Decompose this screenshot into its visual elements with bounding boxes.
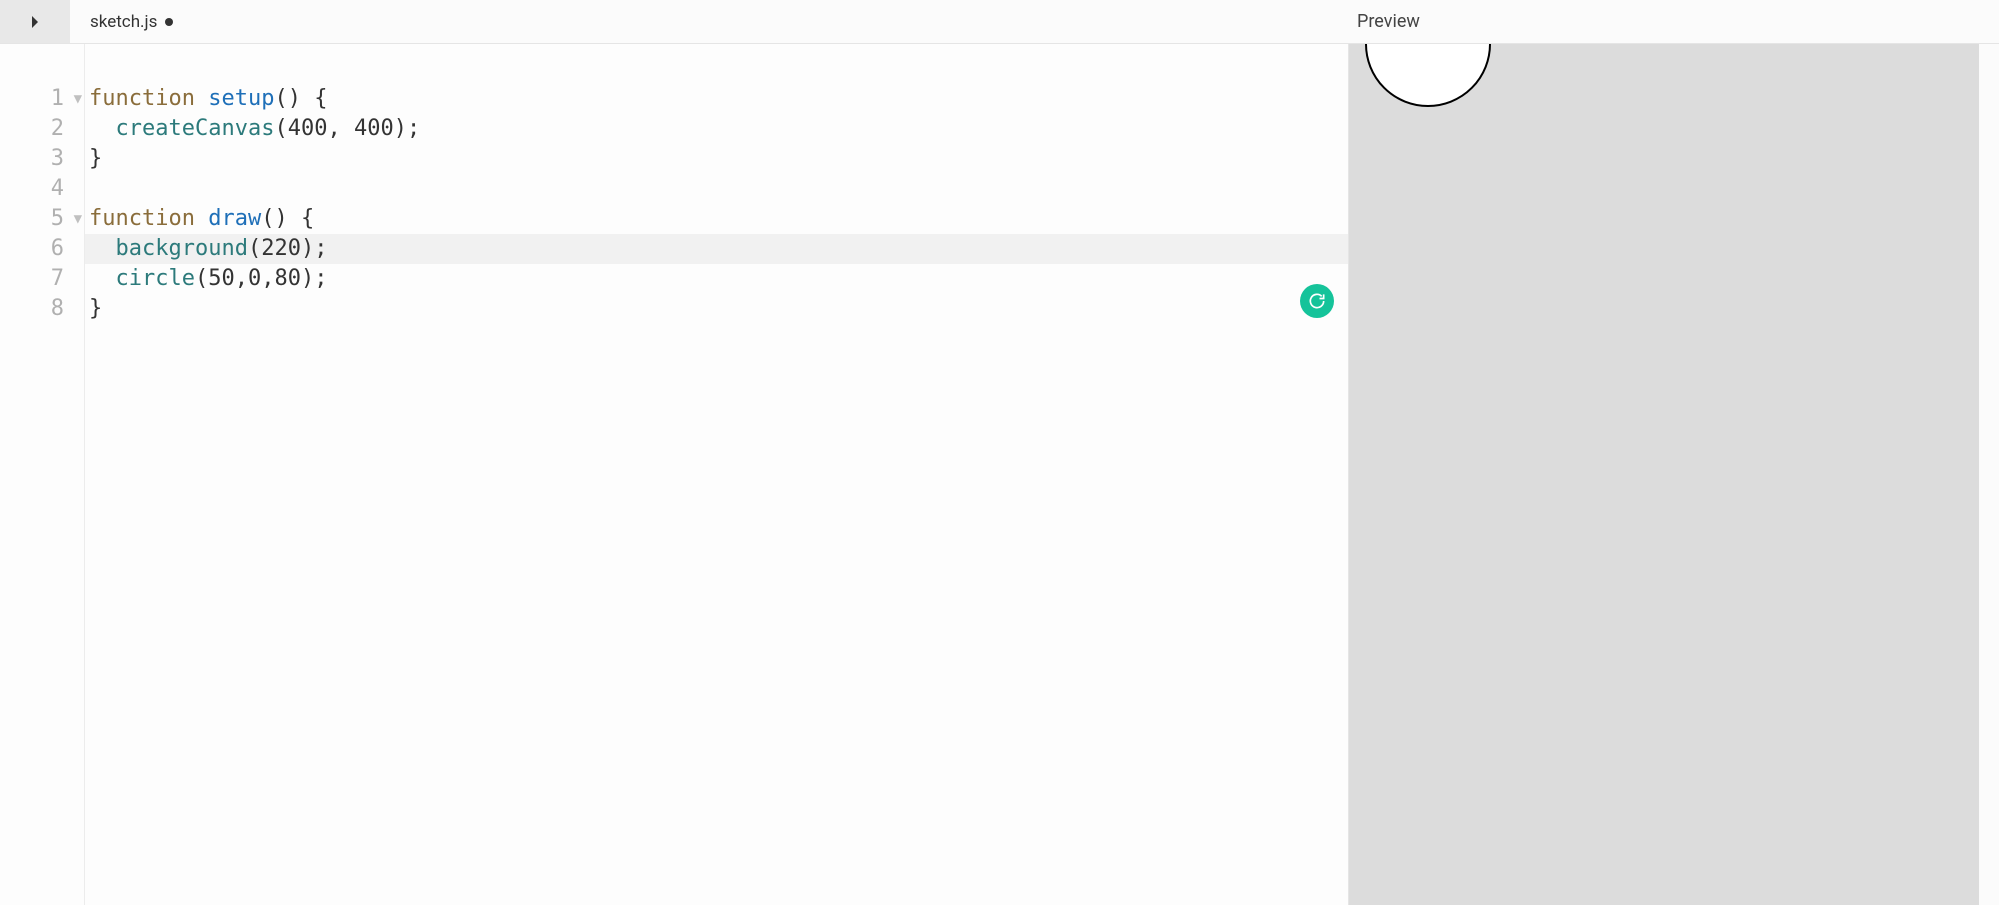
file-tab[interactable]: sketch.js — [70, 0, 193, 43]
line-number[interactable]: 6 — [0, 234, 84, 264]
fold-toggle-icon[interactable]: ▼ — [74, 204, 82, 234]
code-line[interactable]: createCanvas(400, 400); — [85, 114, 1348, 144]
chevron-right-icon — [27, 14, 43, 30]
editor-pane: 1▼2345▼678 function setup() { createCanv… — [0, 44, 1349, 905]
preview-pane — [1349, 44, 1999, 905]
line-number[interactable]: 8 — [0, 294, 84, 324]
line-number-gutter[interactable]: 1▼2345▼678 — [0, 44, 85, 905]
sidebar-toggle-button[interactable] — [0, 0, 70, 43]
code-line[interactable]: } — [85, 294, 1348, 324]
line-number[interactable]: 3 — [0, 144, 84, 174]
line-number[interactable]: 7 — [0, 264, 84, 294]
line-number[interactable]: 1▼ — [0, 84, 84, 114]
code-editor[interactable]: function setup() { createCanvas(400, 400… — [85, 44, 1348, 905]
code-line[interactable]: circle(50,0,80); — [85, 264, 1348, 294]
code-line[interactable]: background(220); — [85, 234, 1348, 264]
top-bar: sketch.js Preview — [0, 0, 1999, 44]
preview-label: Preview — [1357, 11, 1420, 32]
fold-toggle-icon[interactable]: ▼ — [74, 84, 82, 114]
file-name: sketch.js — [90, 12, 157, 32]
code-line[interactable] — [85, 174, 1348, 204]
main: 1▼2345▼678 function setup() { createCanv… — [0, 44, 1999, 905]
preview-header: Preview — [1349, 0, 1999, 43]
line-number[interactable]: 2 — [0, 114, 84, 144]
unsaved-dot-icon — [165, 18, 173, 26]
grammarly-badge-icon[interactable] — [1300, 284, 1334, 318]
preview-circle — [1365, 44, 1491, 107]
line-number[interactable]: 4 — [0, 174, 84, 204]
code-line[interactable]: } — [85, 144, 1348, 174]
preview-canvas — [1349, 44, 1979, 905]
code-line[interactable]: function draw() { — [85, 204, 1348, 234]
line-number[interactable]: 5▼ — [0, 204, 84, 234]
code-line[interactable]: function setup() { — [85, 84, 1348, 114]
